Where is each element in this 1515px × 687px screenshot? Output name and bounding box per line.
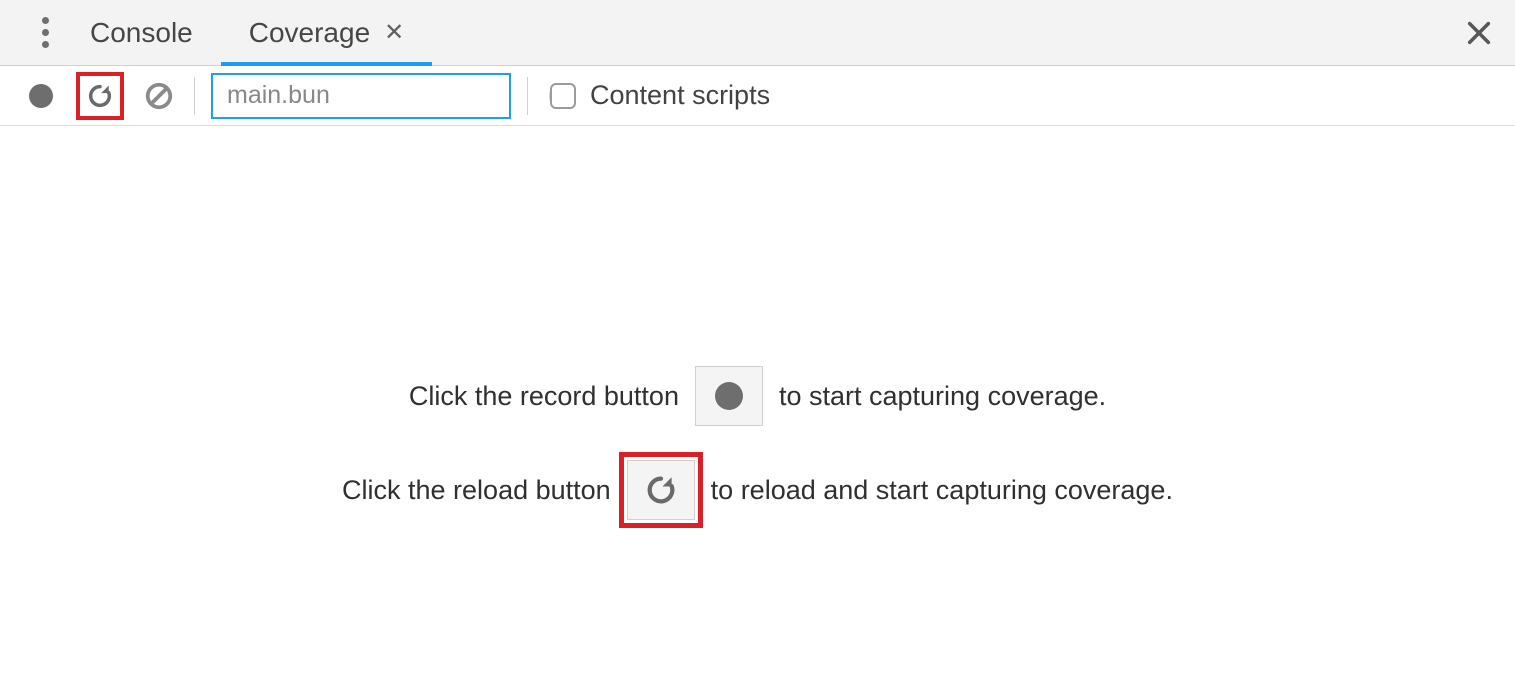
content-scripts-label: Content scripts bbox=[590, 80, 770, 111]
toolbar-divider bbox=[527, 77, 528, 115]
tab-strip: Console Coverage ✕ bbox=[0, 0, 1515, 66]
reload-button[interactable] bbox=[82, 78, 118, 114]
inline-reload-button[interactable] bbox=[627, 460, 695, 520]
ban-icon bbox=[144, 81, 174, 111]
hint-text: Click the record button bbox=[409, 381, 679, 412]
close-panel-button[interactable] bbox=[1465, 19, 1493, 47]
more-menu-icon[interactable] bbox=[28, 17, 62, 48]
tab-label: Coverage bbox=[249, 17, 370, 49]
toolbar-divider bbox=[194, 77, 195, 115]
clear-coverage-button[interactable] bbox=[140, 77, 178, 115]
hint-reload-row: Click the reload button to reload and st… bbox=[342, 460, 1173, 520]
url-filter-input[interactable] bbox=[227, 81, 549, 110]
content-scripts-checkbox[interactable] bbox=[550, 83, 576, 109]
record-button[interactable] bbox=[22, 77, 60, 115]
tab-console[interactable]: Console bbox=[62, 0, 221, 65]
hint-text: Click the reload button bbox=[342, 475, 611, 506]
record-icon bbox=[29, 84, 53, 108]
coverage-toolbar: Content scripts bbox=[0, 66, 1515, 126]
record-icon bbox=[715, 382, 743, 410]
reload-icon bbox=[86, 82, 114, 110]
coverage-empty-state: Click the record button to start capturi… bbox=[0, 126, 1515, 687]
tab-label: Console bbox=[90, 17, 193, 49]
tab-coverage[interactable]: Coverage ✕ bbox=[221, 0, 433, 65]
inline-record-button[interactable] bbox=[695, 366, 763, 426]
hint-record-row: Click the record button to start capturi… bbox=[409, 366, 1106, 426]
url-filter-field[interactable] bbox=[211, 73, 511, 119]
reload-icon bbox=[644, 473, 678, 507]
hint-text: to start capturing coverage. bbox=[779, 381, 1106, 412]
hint-text: to reload and start capturing coverage. bbox=[711, 475, 1173, 506]
reload-button-highlight bbox=[76, 72, 124, 120]
close-tab-icon[interactable]: ✕ bbox=[384, 18, 404, 47]
